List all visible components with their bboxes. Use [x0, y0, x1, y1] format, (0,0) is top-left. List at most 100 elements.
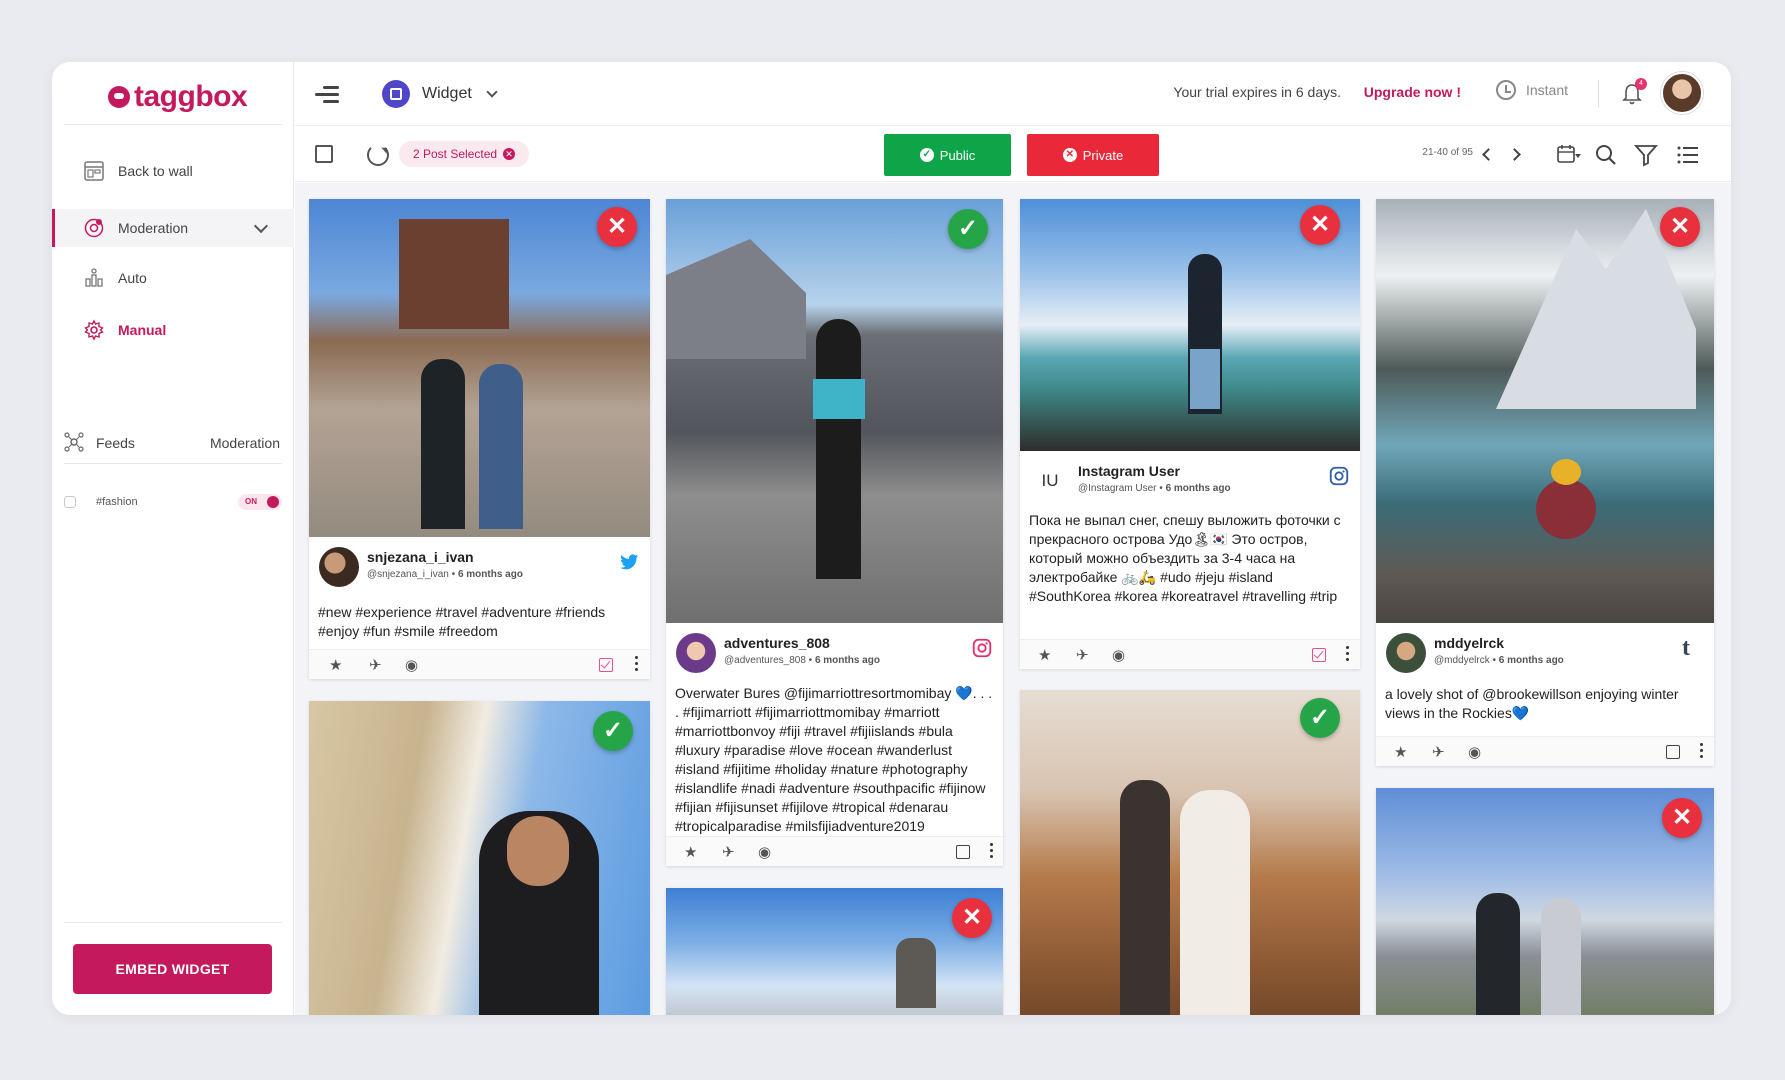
post-select-checkbox[interactable] — [1666, 745, 1680, 759]
clear-selection-icon[interactable]: ✕ — [503, 148, 516, 160]
post-select-checkbox[interactable] — [599, 658, 613, 672]
feeds-moderation-header: Feeds Moderation — [64, 423, 282, 463]
instant-label: Instant — [1525, 82, 1568, 98]
upgrade-link[interactable]: Upgrade now ! — [1364, 84, 1461, 100]
post-image[interactable] — [309, 701, 650, 1015]
sidebar-item-moderation[interactable]: Moderation — [52, 209, 294, 247]
sidebar-item-auto[interactable]: Auto — [52, 259, 294, 297]
rejected-badge-icon[interactable]: ✕ — [952, 898, 992, 938]
pin-icon[interactable]: ✈ — [1432, 743, 1445, 761]
instant-mode[interactable]: Instant — [1495, 80, 1568, 100]
author-name[interactable]: adventures_808 — [724, 635, 830, 651]
moderation-column-label: Moderation — [209, 435, 280, 451]
rejected-badge-icon[interactable]: ✕ — [597, 207, 637, 247]
search-icon[interactable] — [1593, 142, 1619, 168]
more-options-icon[interactable] — [635, 656, 639, 674]
eye-icon[interactable]: ◉ — [405, 656, 418, 674]
star-icon[interactable]: ★ — [1038, 646, 1051, 664]
sidebar-item-label: Manual — [118, 322, 167, 338]
menu-toggle-icon[interactable] — [315, 86, 339, 104]
chevron-down-icon[interactable] — [253, 218, 269, 234]
post-card[interactable]: ✓ — [309, 701, 650, 1015]
post-image[interactable] — [666, 888, 1003, 1015]
auto-icon — [82, 266, 106, 290]
approved-badge-icon[interactable]: ✓ — [948, 209, 988, 249]
post-author: adventures_808 @adventures_808 • 6 month… — [666, 625, 1003, 679]
pin-icon[interactable]: ✈ — [369, 656, 382, 674]
approved-badge-icon[interactable]: ✓ — [593, 711, 633, 751]
filter-icon[interactable] — [1633, 142, 1659, 168]
post-select-checkbox[interactable] — [1312, 648, 1326, 662]
post-card[interactable]: ✕ snjezana_i_ivan @snjezana_i_ivan • 6 m… — [309, 199, 650, 679]
post-text: #new #experience #travel #adventure #fri… — [318, 604, 606, 639]
author-avatar — [1386, 633, 1426, 673]
sidebar-divider — [64, 124, 282, 125]
rejected-badge-icon[interactable]: ✕ — [1660, 207, 1700, 247]
image-person — [816, 319, 861, 579]
approved-badge-icon[interactable]: ✓ — [1300, 698, 1340, 738]
pin-icon[interactable]: ✈ — [722, 843, 735, 861]
feeds-icon — [64, 431, 84, 455]
post-image[interactable] — [1020, 690, 1360, 1015]
rejected-badge-icon[interactable]: ✕ — [1300, 205, 1340, 245]
make-public-button[interactable]: ✓ Public — [884, 134, 1011, 176]
post-card[interactable]: ✕ — [666, 888, 1003, 1015]
calendar-icon[interactable] — [1555, 142, 1581, 168]
eye-icon[interactable]: ◉ — [1468, 743, 1481, 761]
post-image[interactable] — [309, 199, 650, 537]
refresh-icon[interactable] — [367, 144, 389, 166]
embed-widget-button[interactable]: EMBED WIDGET — [73, 944, 272, 994]
select-all-checkbox[interactable] — [315, 145, 333, 163]
image-jeans — [1190, 349, 1220, 409]
prev-page-icon[interactable] — [1482, 148, 1495, 161]
taggbox-logo[interactable]: taggbox — [108, 80, 248, 114]
selection-pill: 2 Post Selected ✕ — [399, 141, 530, 167]
rejected-badge-icon[interactable]: ✕ — [1662, 798, 1702, 838]
post-card[interactable]: ✕ — [1376, 788, 1714, 1015]
author-name[interactable]: mddyelrck — [1434, 635, 1504, 651]
post-card[interactable]: ✓ adventures_808 @adventures_808 • 6 mon… — [666, 199, 1003, 866]
star-icon[interactable]: ★ — [329, 656, 342, 674]
post-time: 6 months ago — [1498, 655, 1564, 666]
author-name[interactable]: snjezana_i_ivan — [367, 549, 474, 565]
post-card[interactable]: ✕ mddyelrck @mddyelrck • 6 months ago t … — [1376, 199, 1714, 766]
make-private-button[interactable]: ✕ Private — [1027, 134, 1159, 176]
star-icon[interactable]: ★ — [1394, 743, 1407, 761]
sidebar-item-back-to-wall[interactable]: Back to wall — [52, 152, 294, 190]
handle-text: @Instagram User — [1078, 483, 1157, 494]
instagram-icon — [1329, 466, 1349, 486]
app-window: taggbox Back to wall Moderation Auto Man… — [52, 62, 1731, 1015]
post-actions: ★ ✈ ◉ — [309, 649, 650, 679]
moderation-toggle[interactable]: ON — [238, 494, 282, 510]
top-bar: Widget Your trial expires in 6 days. Upg… — [295, 62, 1731, 126]
feed-item-fashion[interactable]: #fashion ON — [64, 490, 282, 514]
post-card[interactable]: ✕ IU Instagram User @Instagram User • 6 … — [1020, 199, 1360, 669]
more-options-icon[interactable] — [1346, 646, 1350, 664]
post-image[interactable] — [666, 199, 1003, 623]
eye-icon[interactable]: ◉ — [758, 843, 771, 861]
image-person — [1541, 898, 1581, 1015]
post-select-checkbox[interactable] — [956, 845, 970, 859]
post-image[interactable] — [1376, 199, 1714, 623]
pin-icon[interactable]: ✈ — [1076, 646, 1089, 664]
more-options-icon[interactable] — [990, 843, 994, 861]
widget-selector[interactable]: Widget — [382, 80, 498, 108]
post-actions: ★ ✈ ◉ — [1376, 736, 1714, 766]
user-avatar[interactable] — [1661, 72, 1703, 114]
eye-icon[interactable]: ◉ — [1112, 646, 1125, 664]
more-options-icon[interactable] — [1700, 743, 1704, 761]
sidebar-item-label: Back to wall — [118, 163, 193, 179]
sidebar-item-manual[interactable]: Manual — [52, 311, 294, 349]
notification-badge: 4 — [1635, 78, 1647, 90]
notifications-button[interactable]: 4 — [1621, 78, 1647, 106]
private-label: Private — [1082, 147, 1124, 163]
next-page-icon[interactable] — [1508, 148, 1521, 161]
sidebar: taggbox Back to wall Moderation Auto Man… — [52, 62, 294, 1015]
instagram-icon — [972, 638, 992, 658]
author-name[interactable]: Instagram User — [1078, 463, 1180, 479]
star-icon[interactable]: ★ — [684, 843, 697, 861]
author-avatar — [319, 547, 359, 587]
moderation-toolbar: 2 Post Selected ✕ ✓ Public ✕ Private 21-… — [295, 126, 1731, 182]
list-view-icon[interactable] — [1675, 142, 1701, 168]
post-card[interactable]: ✓ — [1020, 690, 1360, 1015]
